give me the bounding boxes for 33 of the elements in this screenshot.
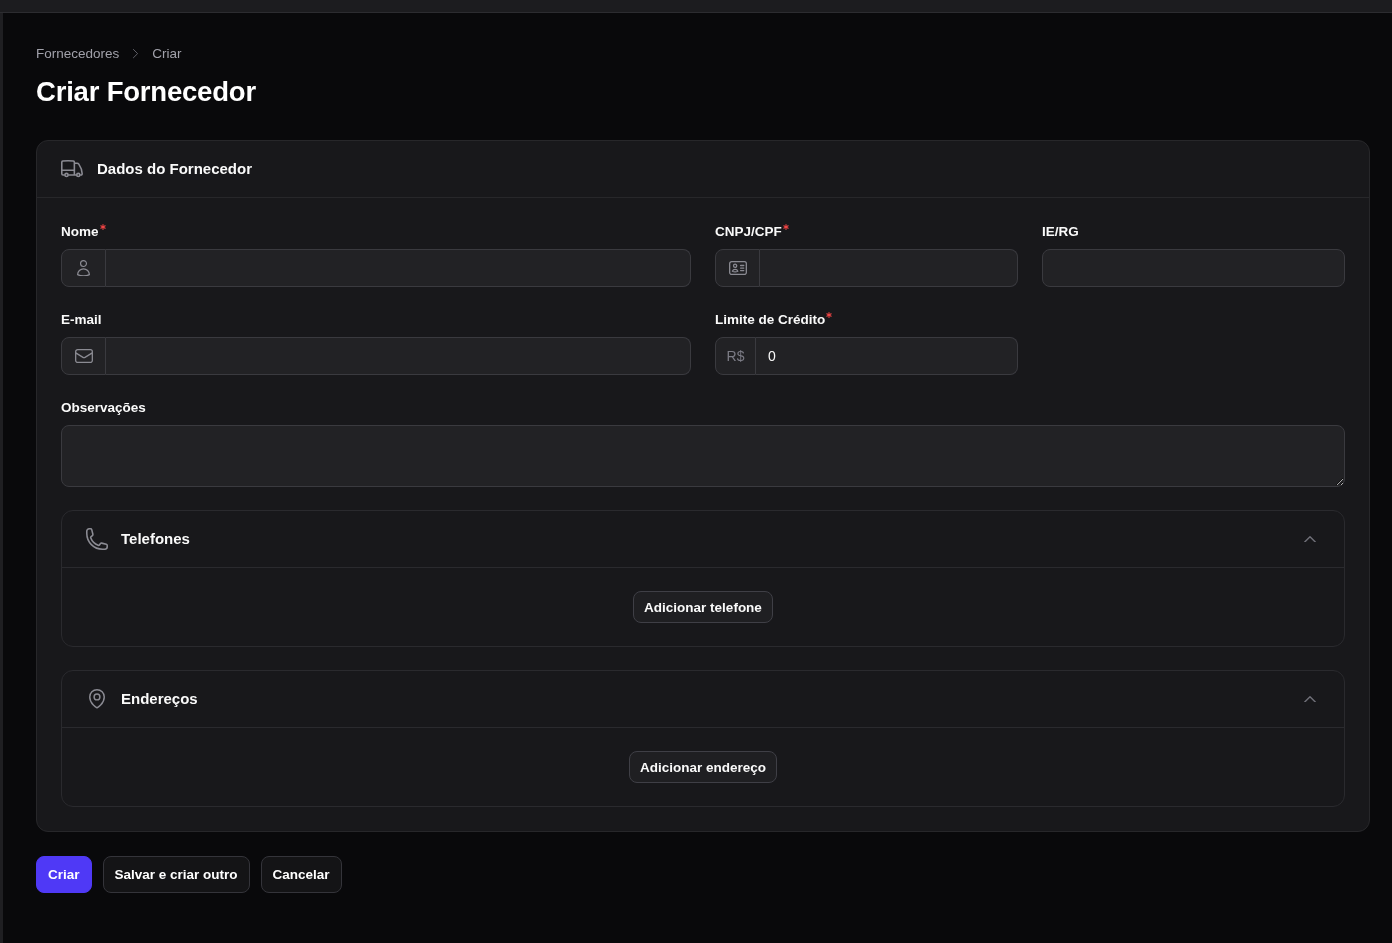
person-icon xyxy=(77,259,90,277)
chevron-right-icon xyxy=(133,49,139,59)
text-input[interactable] xyxy=(1042,249,1345,287)
page-title: Criar Fornecedor xyxy=(36,75,256,109)
create-button[interactable]: Criar xyxy=(36,856,92,893)
email-input[interactable] xyxy=(106,337,691,375)
section-title: Endereços xyxy=(121,689,198,709)
document-input[interactable] xyxy=(760,249,1018,287)
add-address-button[interactable]: Adicionar endereço xyxy=(628,751,777,783)
cancel-button[interactable]: Cancelar xyxy=(260,856,342,893)
envelope-icon xyxy=(74,348,93,364)
chevron-up-icon[interactable] xyxy=(1304,695,1316,703)
field-label: IE/RG xyxy=(1042,223,1079,241)
field-label: Limite de Crédito xyxy=(715,311,826,329)
save-and-create-another-button[interactable]: Salvar e criar outro xyxy=(102,856,250,893)
currency-input[interactable]: 0 xyxy=(756,337,1018,375)
truck-icon xyxy=(61,160,83,178)
phone-icon xyxy=(86,528,108,550)
breadcrumb-link[interactable]: Fornecedores xyxy=(36,46,120,62)
breadcrumb-current: Criar xyxy=(152,46,182,62)
card-title: Dados do Fornecedor xyxy=(97,159,253,179)
id-card-icon xyxy=(728,260,747,276)
field-label: Nome xyxy=(61,223,99,241)
field-label: E-mail xyxy=(61,311,102,329)
currency-prefix: R$ xyxy=(715,337,756,375)
chevron-up-icon[interactable] xyxy=(1304,535,1316,543)
add-phone-button[interactable]: Adicionar telefone xyxy=(633,591,773,623)
field-label: CNPJ/CPF xyxy=(715,223,782,241)
name-input[interactable] xyxy=(106,249,691,287)
notes-textarea[interactable] xyxy=(61,425,1345,487)
field-label: Observações xyxy=(61,399,146,417)
section-title: Telefones xyxy=(121,529,190,549)
map-pin-icon xyxy=(89,689,105,709)
